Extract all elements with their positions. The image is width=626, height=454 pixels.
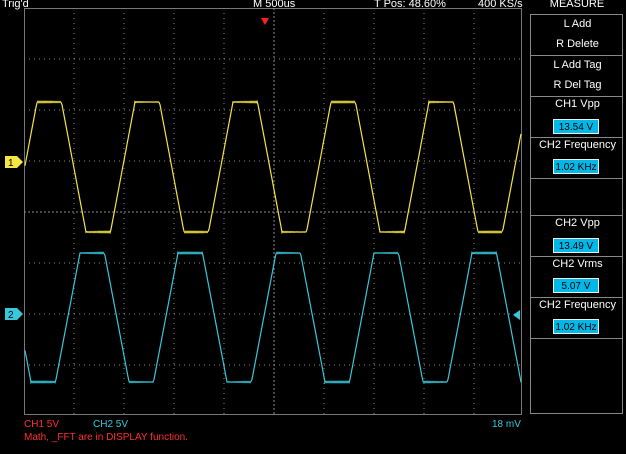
measure-ch2-vpp[interactable]: CH2 Vpp 13.49 V bbox=[530, 215, 623, 257]
measure-empty-slot-2[interactable] bbox=[530, 338, 623, 414]
ch2-marker-label: 2 bbox=[8, 310, 14, 321]
graticule-grid bbox=[24, 8, 522, 415]
measure-label: CH2 Frequency bbox=[538, 299, 617, 311]
ch1-scale: CH1 5V bbox=[24, 419, 60, 430]
menu-item-add-label: L Add bbox=[563, 18, 592, 30]
measure-ch2-vrms[interactable]: CH2 Vrms 5.07 V bbox=[530, 256, 623, 298]
trigger-level-readout: 18 mV bbox=[492, 419, 521, 430]
measure-ch1-vpp[interactable]: CH1 Vpp 13.54 V bbox=[530, 96, 623, 138]
measure-menu: MEASURE L Add R Delete L Add Tag R Del T… bbox=[528, 0, 626, 454]
trigger-position-marker[interactable] bbox=[261, 18, 269, 25]
measure-ch2-frequency[interactable]: CH2 Frequency 1.02 KHz bbox=[530, 137, 623, 179]
menu-item-del-tag-label: R Del Tag bbox=[553, 79, 602, 91]
measure-value: 1.02 KHz bbox=[553, 319, 599, 334]
measure-label: CH2 Vpp bbox=[555, 217, 600, 229]
measure-label: CH2 Frequency bbox=[538, 139, 617, 151]
menu-title: MEASURE bbox=[549, 0, 605, 10]
measure-ch2-frequency-2[interactable]: CH2 Frequency 1.02 KHz bbox=[530, 297, 623, 339]
measure-empty-slot[interactable] bbox=[530, 178, 623, 216]
math-fft-note: Math, _FFT are in DISPLAY function. bbox=[24, 432, 188, 443]
menu-item-add-tag-label: L Add Tag bbox=[553, 59, 602, 71]
ch2-scale: CH2 5V bbox=[93, 419, 129, 430]
measure-value: 5.07 V bbox=[553, 278, 599, 293]
ch1-marker-label: 1 bbox=[8, 158, 14, 169]
measure-value: 1.02 KHz bbox=[553, 159, 599, 174]
measure-label: CH1 Vpp bbox=[555, 98, 600, 110]
menu-item-tag[interactable]: L Add Tag R Del Tag bbox=[530, 55, 623, 97]
ch1-waveform bbox=[24, 99, 522, 235]
trigger-level-marker[interactable] bbox=[513, 310, 520, 320]
measure-label: CH2 Vrms bbox=[552, 258, 603, 270]
measure-value: 13.49 V bbox=[553, 238, 599, 253]
ch2-waveform bbox=[24, 250, 522, 385]
menu-item-add-delete[interactable]: L Add R Delete bbox=[530, 14, 623, 56]
menu-item-delete-label: R Delete bbox=[556, 38, 599, 50]
measure-value: 13.54 V bbox=[553, 119, 599, 134]
